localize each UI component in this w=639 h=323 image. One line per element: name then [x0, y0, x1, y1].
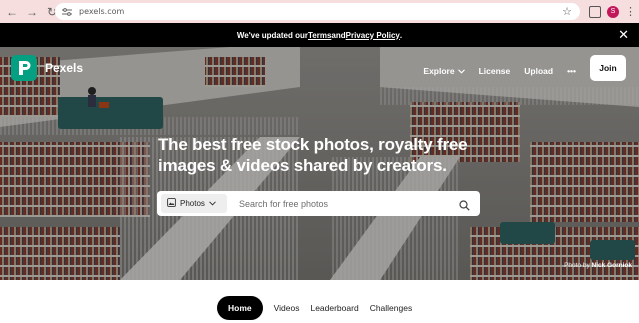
hero-section: Pexels Explore License Upload ••• Join T… [0, 47, 639, 280]
privacy-policy-link[interactable]: Privacy Policy [346, 31, 400, 40]
license-link[interactable]: License [479, 66, 511, 76]
image-icon [167, 198, 176, 209]
address-bar[interactable]: pexels.com ☆ [55, 3, 580, 20]
pexels-home-link[interactable]: Pexels [11, 55, 83, 81]
tab-challenges[interactable]: Challenges [370, 296, 413, 320]
credit-photographer[interactable]: Nick Gorniok [592, 262, 632, 269]
hero-headline: The best free stock photos, royalty free… [158, 134, 498, 176]
terms-link[interactable]: Terms [308, 31, 331, 40]
explore-label: Explore [423, 65, 455, 76]
tab-leaderboard[interactable]: Leaderboard [310, 296, 358, 320]
profile-avatar[interactable]: S [607, 5, 619, 18]
back-icon[interactable]: ← [4, 4, 20, 20]
browser-menu-icon[interactable]: ⋮ [625, 5, 636, 18]
announcement-prefix: We've updated our [236, 30, 308, 40]
top-navigation: Explore License Upload ••• Join [409, 55, 626, 81]
browser-toolbar: ← → ↻ pexels.com ☆ S ⋮ [0, 0, 639, 23]
forward-icon[interactable]: → [24, 4, 40, 20]
announcement-bar: We've updated our Terms and Privacy Poli… [0, 23, 639, 47]
extensions-icon[interactable] [589, 5, 601, 18]
announcement-suffix: . [399, 30, 403, 40]
site-settings-icon[interactable] [61, 6, 73, 18]
headline-line-1: The best free stock photos, royalty free [158, 135, 468, 154]
search-input[interactable] [239, 198, 439, 209]
chevron-down-icon [457, 66, 465, 76]
pexels-logo-icon [11, 55, 37, 81]
credit-prefix: Photo by [564, 262, 592, 269]
headline-line-2: images & videos shared by creators. [158, 156, 447, 175]
search-icon[interactable] [459, 198, 470, 216]
photo-credit[interactable]: Photo by Nick Gorniok [564, 262, 632, 269]
upload-link[interactable]: Upload [524, 66, 553, 76]
join-button[interactable]: Join [590, 55, 626, 81]
search-type-label: Photos [180, 199, 205, 208]
tab-home[interactable]: Home [217, 296, 263, 320]
close-icon[interactable]: ✕ [618, 27, 629, 43]
chevron-down-icon [209, 199, 216, 208]
more-options-icon[interactable]: ••• [567, 66, 576, 76]
url-text: pexels.com [79, 7, 125, 16]
announcement-and: and [331, 30, 346, 40]
explore-menu[interactable]: Explore [423, 65, 465, 76]
brand-name: Pexels [45, 61, 84, 75]
tab-videos[interactable]: Videos [274, 296, 300, 320]
bookmark-star-icon[interactable]: ☆ [562, 5, 572, 18]
search-type-dropdown[interactable]: Photos [161, 194, 227, 213]
section-tabs: Home Videos Leaderboard Challenges [217, 296, 423, 320]
search-bar: Photos [157, 191, 480, 216]
